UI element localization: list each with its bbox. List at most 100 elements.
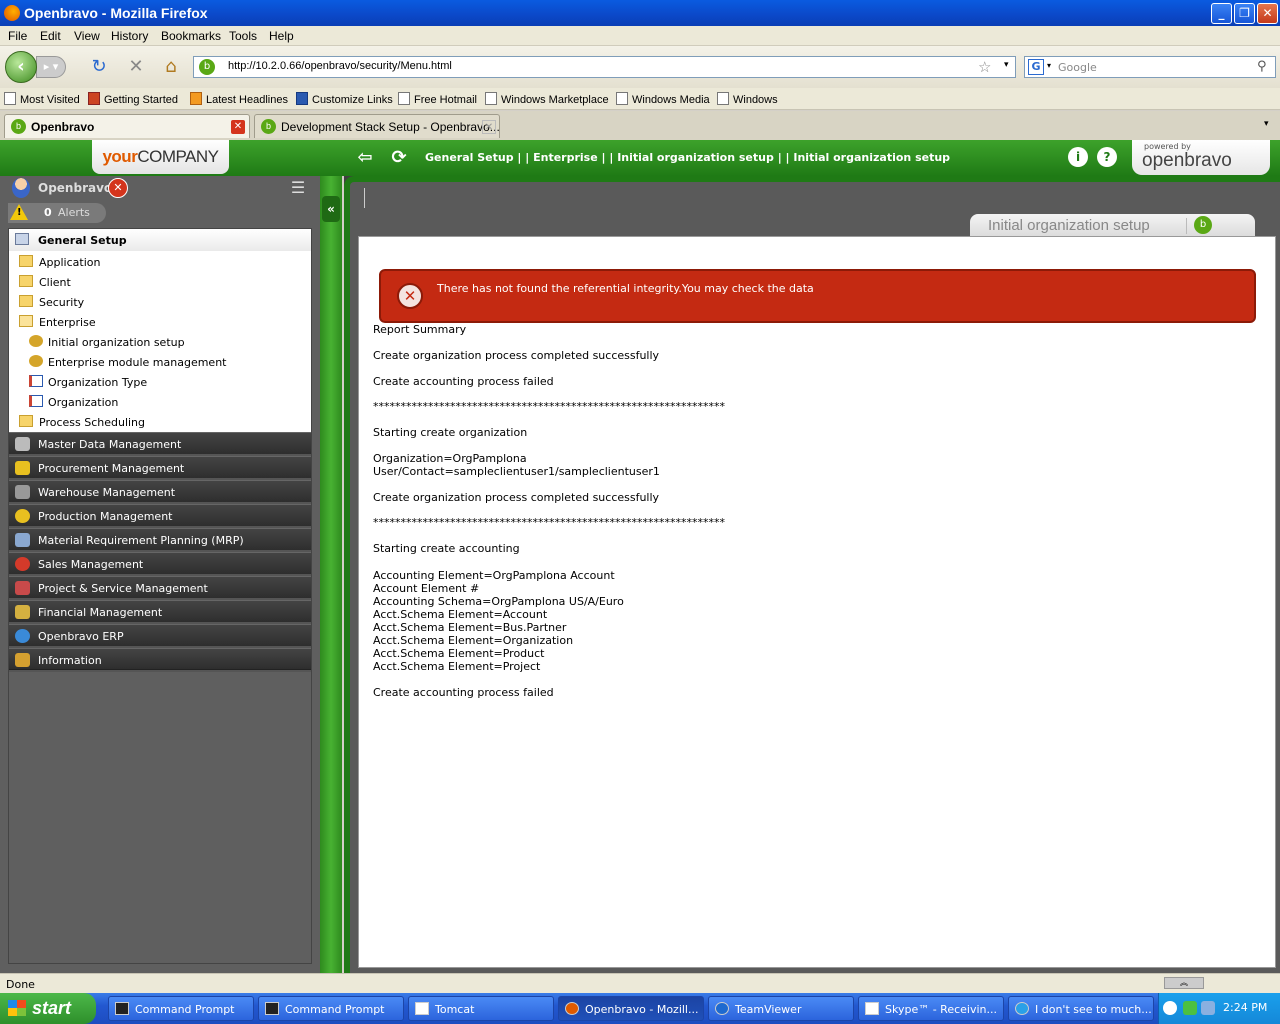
section-label: Warehouse Management (38, 486, 176, 499)
rss-icon (190, 92, 202, 105)
section-procurement-management[interactable]: Procurement Management (9, 456, 311, 478)
back-button[interactable]: ‹ (5, 51, 37, 83)
menu-item-application[interactable]: Application (9, 252, 311, 272)
back-arrow-icon[interactable]: ⇦ (354, 148, 376, 168)
report-line: Acct.Schema Element=Product (373, 647, 545, 660)
menu-bookmarks[interactable]: Bookmarks (161, 29, 221, 43)
about-info-icon[interactable]: i (1068, 147, 1088, 167)
engine-dropdown-icon[interactable]: ▾ (1047, 61, 1051, 70)
bookmark-windows-marketplace[interactable]: Windows Marketplace (485, 92, 609, 106)
refresh-icon[interactable]: ⟳ (388, 148, 410, 168)
openbravo-tab-icon: b (1194, 216, 1212, 234)
bookmark-windows[interactable]: Windows (717, 92, 778, 106)
search-icon[interactable]: ⚲ (1257, 59, 1267, 74)
menu-item-process-scheduling[interactable]: Process Scheduling (9, 412, 311, 432)
section-sales-management[interactable]: Sales Management (9, 552, 311, 574)
section-master-data-management[interactable]: Master Data Management (9, 432, 311, 454)
menu-view[interactable]: View (74, 29, 100, 43)
bookmark-star-icon[interactable]: ☆ (978, 58, 991, 76)
alerts-indicator[interactable]: ! 0 Alerts (8, 203, 106, 223)
menu-item-client[interactable]: Client (9, 272, 311, 292)
folder-icon (19, 295, 33, 307)
menu-edit[interactable]: Edit (40, 29, 61, 43)
tray-expand-icon[interactable] (1163, 1001, 1177, 1015)
forward-button[interactable]: ▸ ▾ (36, 56, 66, 78)
tray-network-icon[interactable] (1183, 1001, 1197, 1015)
section-financial-management[interactable]: Financial Management (9, 600, 311, 622)
search-box[interactable]: G ▾ Google ⚲ (1024, 56, 1276, 78)
collapse-sidebar-icon[interactable]: « (322, 196, 340, 222)
section-mrp[interactable]: Material Requirement Planning (MRP) (9, 528, 311, 550)
menu-item-label: Enterprise (39, 316, 96, 329)
bookmark-getting-started[interactable]: Getting Started (88, 92, 178, 106)
task-skype-chat[interactable]: I don't see to much... (1008, 996, 1154, 1021)
google-engine-icon[interactable]: G (1028, 59, 1044, 75)
menu-item-enterprise[interactable]: Enterprise (9, 312, 311, 332)
section-production-management[interactable]: Production Management (9, 504, 311, 526)
tray-monitor-icon[interactable] (1201, 1001, 1215, 1015)
firefox-icon (565, 1002, 579, 1015)
task-command-prompt-2[interactable]: Command Prompt (258, 996, 404, 1021)
help-icon[interactable]: ? (1097, 147, 1117, 167)
start-button[interactable]: start (0, 993, 96, 1024)
tab-development-stack[interactable]: b Development Stack Setup - Openbravo...… (254, 114, 500, 138)
site-identity-icon[interactable]: b (199, 59, 215, 75)
breadcrumb[interactable]: General Setup | | Enterprise | | Initial… (425, 151, 950, 164)
reload-icon[interactable]: ↻ (89, 57, 109, 77)
close-window-button[interactable]: ✕ (1257, 3, 1278, 24)
main-area: Initial organization setup b ✕ There has… (344, 176, 1280, 973)
user-name[interactable]: Openbravo (38, 181, 112, 195)
task-label: Skype™ - Receivin... (885, 1003, 997, 1016)
minimize-button[interactable]: _ (1211, 3, 1232, 24)
browser-status-bar: Done ︽ (0, 973, 1280, 993)
menu-file[interactable]: File (8, 29, 27, 43)
task-teamviewer[interactable]: TeamViewer (708, 996, 854, 1021)
bookmark-customize-links[interactable]: Customize Links (296, 92, 393, 106)
menu-item-security[interactable]: Security (9, 292, 311, 312)
section-project-service-management[interactable]: Project & Service Management (9, 576, 311, 598)
tab-list-dropdown-icon[interactable]: ▾ (1264, 119, 1269, 129)
folder-icon (19, 415, 33, 427)
tab-openbravo[interactable]: b Openbravo ✕ (4, 114, 250, 138)
task-tomcat[interactable]: Tomcat (408, 996, 554, 1021)
close-tab-icon[interactable]: ✕ (231, 120, 245, 134)
section-general-setup[interactable]: General Setup (9, 229, 311, 251)
menu-item-organization-type[interactable]: Organization Type (9, 372, 311, 392)
menu-item-initial-organization-setup[interactable]: Initial organization setup (9, 332, 311, 352)
task-openbravo-firefox[interactable]: Openbravo - Mozill... (558, 996, 704, 1021)
bookmark-label: Most Visited (20, 94, 80, 106)
menu-tools[interactable]: Tools (229, 29, 257, 43)
bookmark-windows-media[interactable]: Windows Media (616, 92, 710, 106)
powered-by-openbravo-logo: powered by openbravo (1132, 140, 1270, 175)
sidebar: Openbravo ✕ ☰ ! 0 Alerts General Setup A… (0, 176, 320, 973)
url-text[interactable]: http://10.2.0.66/openbravo/security/Menu… (228, 60, 452, 72)
section-label: Project & Service Management (38, 582, 208, 595)
address-bar[interactable]: b http://10.2.0.66/openbravo/security/Me… (193, 56, 1016, 78)
tab-label: Openbravo (31, 120, 95, 134)
window-form-icon (29, 395, 43, 407)
collapse-menu-icon[interactable]: ☰ (288, 178, 308, 198)
home-icon[interactable]: ⌂ (161, 57, 181, 77)
bookmark-label: Getting Started (104, 94, 178, 106)
maximize-button[interactable]: ❐ (1234, 3, 1255, 24)
logout-icon[interactable]: ✕ (108, 178, 128, 198)
scroll-up-handle-icon[interactable]: ︽ (1164, 977, 1204, 989)
stop-icon[interactable]: ✕ (126, 57, 146, 77)
task-command-prompt-1[interactable]: Command Prompt (108, 996, 254, 1021)
bookmark-latest-headlines[interactable]: Latest Headlines (190, 92, 288, 106)
menu-help[interactable]: Help (269, 29, 294, 43)
menu-item-enterprise-module-management[interactable]: Enterprise module management (9, 352, 311, 372)
menu-item-organization[interactable]: Organization (9, 392, 311, 412)
section-information[interactable]: Information (9, 648, 311, 670)
bookmark-most-visited[interactable]: Most Visited (4, 92, 80, 106)
menu-history[interactable]: History (111, 29, 148, 43)
window-tab[interactable]: Initial organization setup b (970, 214, 1255, 236)
close-tab-icon[interactable]: ✕ (482, 120, 496, 134)
task-skype[interactable]: Skype™ - Receivin... (858, 996, 1004, 1021)
report-line: Starting create organization (373, 426, 528, 439)
sidebar-splitter[interactable]: « (320, 176, 342, 973)
url-dropdown-icon[interactable]: ▾ (1004, 60, 1009, 70)
section-openbravo-erp[interactable]: Openbravo ERP (9, 624, 311, 646)
section-warehouse-management[interactable]: Warehouse Management (9, 480, 311, 502)
bookmark-free-hotmail[interactable]: Free Hotmail (398, 92, 477, 106)
